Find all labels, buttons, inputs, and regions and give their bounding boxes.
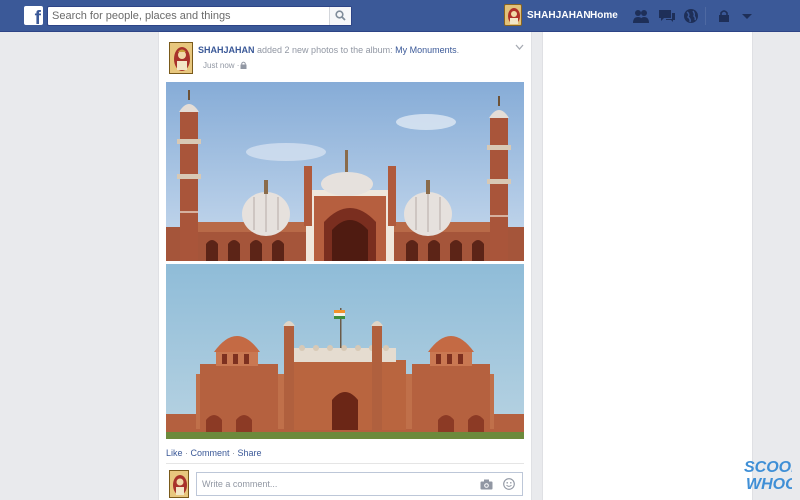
emoticon-icon[interactable] <box>503 478 515 490</box>
action-separator: · <box>182 448 191 458</box>
post-actions: Like · Comment · Share <box>166 448 262 458</box>
top-navigation-bar: f SHAHJAHAN Home <box>0 0 800 32</box>
commenter-avatar[interactable] <box>169 470 189 498</box>
watermark-line-2: WHOOP <box>746 476 792 493</box>
user-avatar[interactable] <box>504 4 522 26</box>
comment-divider <box>166 463 524 464</box>
nav-separator <box>705 7 706 25</box>
scoopwhoop-watermark-logo: SCOOP WHOOP <box>744 459 792 493</box>
post-timestamp[interactable]: Just now · <box>203 61 239 70</box>
jama-masjid-photo[interactable] <box>166 82 524 261</box>
account-settings-chevron-down-icon[interactable] <box>738 8 756 24</box>
search-input[interactable] <box>48 7 328 25</box>
post-header: SHAHJAHAN added 2 new photos to the albu… <box>198 45 459 55</box>
post-options-chevron-down-icon[interactable] <box>515 44 524 50</box>
notifications-globe-icon[interactable] <box>682 8 700 24</box>
post-author-name[interactable]: SHAHJAHAN <box>198 45 255 55</box>
privacy-shortcuts-icon[interactable] <box>716 8 734 24</box>
profile-link[interactable]: SHAHJAHAN <box>527 10 591 21</box>
post-author-avatar[interactable] <box>169 42 193 74</box>
share-link[interactable]: Share <box>238 448 262 458</box>
like-link[interactable]: Like <box>166 448 183 458</box>
album-suffix: . <box>456 45 460 55</box>
search-button[interactable] <box>329 7 351 25</box>
messages-icon[interactable] <box>658 8 676 24</box>
comment-input[interactable] <box>197 473 467 495</box>
camera-icon[interactable] <box>480 479 493 490</box>
comment-composer <box>196 472 523 496</box>
search-icon <box>335 10 346 21</box>
friend-requests-icon[interactable] <box>632 8 650 24</box>
search-box <box>47 6 352 26</box>
post-action-text: added 2 new photos to the album: <box>254 45 396 55</box>
comment-link[interactable]: Comment <box>191 448 230 458</box>
action-separator: · <box>229 448 238 458</box>
home-link[interactable]: Home <box>590 10 618 21</box>
album-link[interactable]: My Monuments <box>395 45 457 55</box>
red-fort-photo[interactable] <box>166 264 524 439</box>
right-sidebar <box>542 32 753 500</box>
watermark-line-1: SCOOP <box>744 459 792 476</box>
facebook-logo-icon[interactable]: f <box>24 6 43 25</box>
lock-icon[interactable] <box>240 61 247 69</box>
